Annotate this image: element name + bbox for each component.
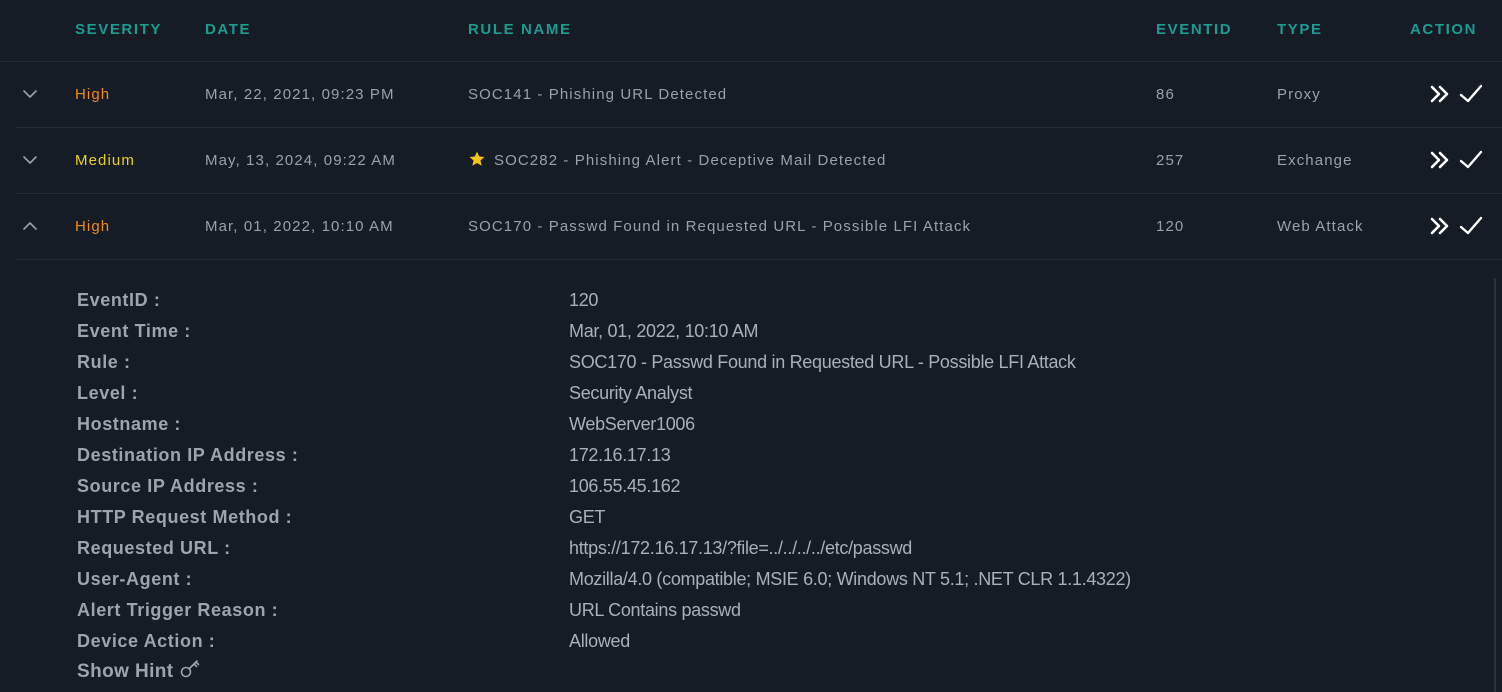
date-cell: Mar, 22, 2021, 09:23 PM: [205, 86, 395, 103]
header-eventid[interactable]: EVENTID: [1156, 20, 1232, 40]
detail-row: Hostname : WebServer1006: [0, 409, 1502, 440]
type-cell: Proxy: [1277, 86, 1321, 103]
key-icon: [181, 660, 200, 678]
chevron-up-icon[interactable]: [22, 218, 38, 234]
alert-details-panel: EventID : 120 Event Time : Mar, 01, 2022, 1…: [0, 261, 1502, 692]
eventid-cell: 86: [1156, 86, 1175, 103]
rule-name-text: SOC141 - Phishing URL Detected: [468, 86, 728, 103]
detail-row: HTTP Request Method : GET: [0, 502, 1502, 533]
double-chevron-right-icon[interactable]: [1428, 148, 1454, 172]
detail-value: GET: [569, 507, 606, 527]
alerts-table: SEVERITY DATE RULE NAME EVENTID TYPE ACT…: [0, 0, 1502, 692]
row-actions: [1428, 214, 1488, 238]
chevron-down-icon[interactable]: [22, 86, 38, 102]
rule-name-cell[interactable]: SOC170 - Passwd Found in Requested URL -…: [468, 194, 971, 259]
detail-row: Rule : SOC170 - Passwd Found in Requested…: [0, 347, 1502, 378]
severity-cell: Medium: [75, 152, 135, 169]
show-hint-label: Show Hint: [77, 661, 174, 682]
detail-label: Destination IP Address :: [77, 445, 299, 465]
double-chevron-right-icon[interactable]: [1428, 214, 1454, 238]
type-cell: Exchange: [1277, 152, 1353, 169]
detail-row: Event Time : Mar, 01, 2022, 10:10 AM: [0, 316, 1502, 347]
detail-label: EventID :: [77, 290, 161, 310]
detail-value: URL Contains passwd: [569, 600, 741, 620]
detail-row: Source IP Address : 106.55.45.162: [0, 471, 1502, 502]
show-hint-button[interactable]: Show Hint: [77, 657, 201, 687]
detail-label: Source IP Address :: [77, 476, 259, 496]
header-severity[interactable]: SEVERITY: [75, 20, 162, 40]
detail-label: Device Action :: [77, 631, 216, 651]
star-icon: [468, 131, 486, 166]
detail-row: EventID : 120: [0, 285, 1502, 316]
chevron-down-icon[interactable]: [22, 152, 38, 168]
detail-value: https://172.16.17.13/?file=../../../../e…: [569, 538, 913, 558]
date-cell: May, 13, 2024, 09:22 AM: [205, 152, 396, 169]
table-row[interactable]: High Mar, 01, 2022, 10:10 AM SOC170 - Pass…: [16, 194, 1502, 260]
detail-value: SOC170 - Passwd Found in Requested URL -…: [569, 352, 1076, 372]
header-date[interactable]: DATE: [205, 20, 251, 40]
eventid-cell: 120: [1156, 218, 1185, 235]
rule-name-cell[interactable]: SOC141 - Phishing URL Detected: [468, 62, 727, 127]
detail-row: Destination IP Address : 172.16.17.13: [0, 440, 1502, 471]
detail-value: Mar, 01, 2022, 10:10 AM: [569, 321, 759, 341]
detail-value: Security Analyst: [569, 383, 693, 403]
detail-label: HTTP Request Method :: [77, 507, 293, 527]
header-rule-name[interactable]: RULE NAME: [468, 20, 572, 40]
detail-label: User-Agent :: [77, 569, 193, 589]
table-row[interactable]: High Mar, 22, 2021, 09:23 PM SOC141 - Phis…: [16, 62, 1502, 128]
detail-row: Level : Security Analyst: [0, 378, 1502, 409]
detail-value: 120: [569, 290, 599, 310]
header-action: ACTION: [1410, 21, 1478, 38]
rule-name-text: SOC282 - Phishing Alert - Deceptive Mail…: [494, 152, 887, 169]
double-chevron-right-icon[interactable]: [1428, 82, 1454, 106]
checkmark-icon[interactable]: [1458, 214, 1484, 238]
severity-cell: High: [75, 218, 111, 235]
detail-value: Allowed: [569, 631, 630, 651]
rule-name-cell[interactable]: SOC282 - Phishing Alert - Deceptive Mail…: [468, 128, 886, 193]
detail-value: Mozilla/4.0 (compatible; MSIE 6.0; Windo…: [569, 569, 1131, 589]
row-actions: [1428, 148, 1488, 172]
detail-label: Alert Trigger Reason :: [77, 600, 279, 620]
date-cell: Mar, 01, 2022, 10:10 AM: [205, 218, 394, 235]
detail-row: Device Action : Allowed: [0, 626, 1502, 657]
severity-cell: High: [75, 86, 111, 103]
detail-value: WebServer1006: [569, 414, 695, 434]
checkmark-icon[interactable]: [1458, 148, 1484, 172]
detail-label: Level :: [77, 383, 139, 403]
detail-label: Event Time :: [77, 321, 191, 341]
detail-label: Requested URL :: [77, 538, 231, 558]
detail-value: 106.55.45.162: [569, 476, 681, 496]
type-cell: Web Attack: [1277, 218, 1364, 235]
eventid-cell: 257: [1156, 152, 1185, 169]
table-header: SEVERITY DATE RULE NAME EVENTID TYPE ACT…: [0, 0, 1502, 62]
row-actions: [1428, 82, 1488, 106]
detail-row: Requested URL : https://172.16.17.13/?fil…: [0, 533, 1502, 564]
checkmark-icon[interactable]: [1458, 82, 1484, 106]
details-scrollbar[interactable]: [1494, 278, 1496, 692]
detail-row: Alert Trigger Reason : URL Contains passw…: [0, 595, 1502, 626]
detail-row: User-Agent : Mozilla/4.0 (compatible; MSI…: [0, 564, 1502, 595]
header-type[interactable]: TYPE: [1277, 20, 1323, 40]
detail-label: Hostname :: [77, 414, 182, 434]
detail-value: 172.16.17.13: [569, 445, 671, 465]
table-row[interactable]: Medium May, 13, 2024, 09:22 AM SOC282 - Ph…: [16, 128, 1502, 194]
detail-label: Rule :: [77, 352, 131, 372]
rule-name-text: SOC170 - Passwd Found in Requested URL -…: [468, 218, 972, 235]
